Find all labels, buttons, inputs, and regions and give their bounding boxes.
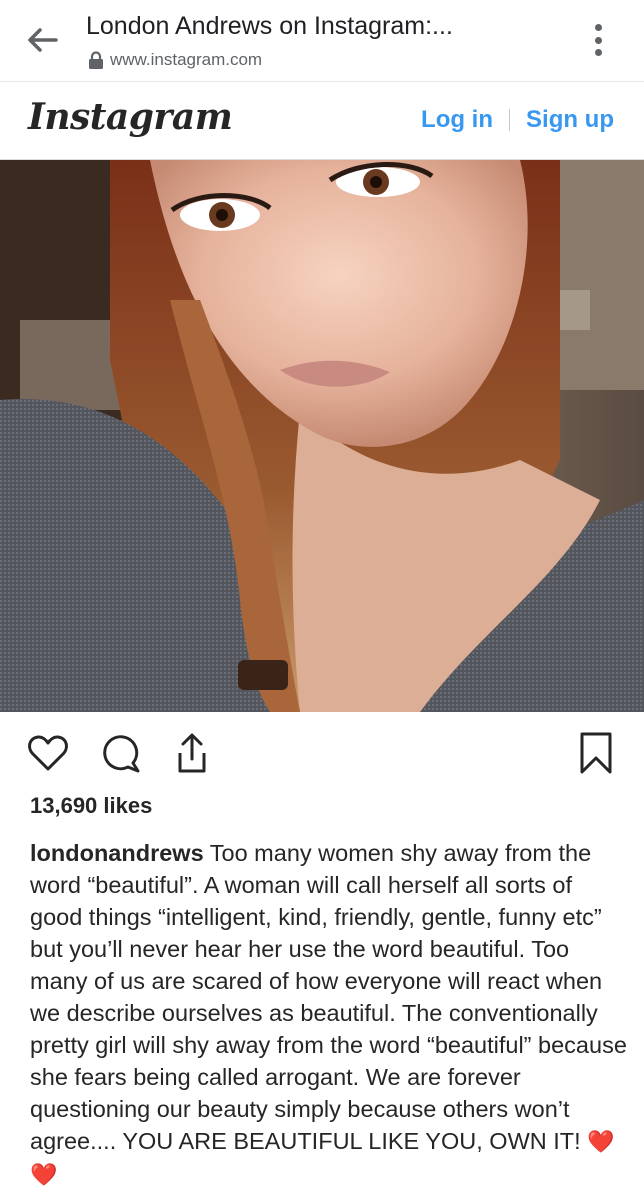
back-button[interactable]	[22, 22, 62, 58]
bookmark-icon[interactable]	[574, 730, 618, 776]
auth-separator	[509, 109, 511, 131]
post-actions	[0, 730, 644, 780]
post-photo[interactable]	[0, 160, 644, 712]
back-arrow-icon	[28, 28, 58, 52]
caption-text: Too many women shy away from the word “b…	[30, 840, 627, 1154]
login-link[interactable]: Log in	[421, 106, 493, 134]
more-vert-icon[interactable]	[584, 20, 612, 60]
likes-count[interactable]: 13,690 likes	[30, 793, 152, 819]
post-caption: londonandrews Too many women shy away fr…	[30, 837, 630, 1191]
auth-links: Log in Sign up	[421, 106, 614, 134]
browser-toolbar: London Andrews on Instagram:... www.inst…	[0, 0, 644, 82]
comment-icon[interactable]	[98, 730, 142, 776]
instagram-header: Instagram Log in Sign up	[0, 82, 644, 160]
page-title: London Andrews on Instagram:...	[86, 12, 453, 40]
share-icon[interactable]	[170, 730, 214, 776]
url-display[interactable]: www.instagram.com	[88, 50, 262, 70]
caption-username[interactable]: londonandrews	[30, 840, 204, 866]
url-text: www.instagram.com	[110, 50, 263, 69]
lock-icon	[89, 50, 103, 69]
instagram-logo[interactable]: Instagram	[28, 96, 233, 138]
signup-link[interactable]: Sign up	[526, 106, 614, 134]
heart-icon[interactable]	[26, 730, 70, 776]
